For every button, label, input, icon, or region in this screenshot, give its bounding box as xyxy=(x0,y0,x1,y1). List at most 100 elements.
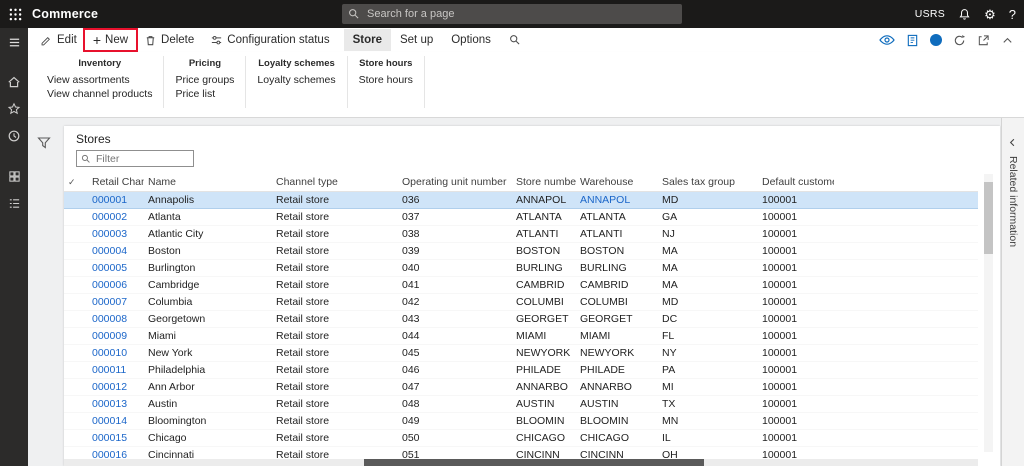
table-row[interactable]: 000010 New York Retail store 045 NEWYORK NEWY… xyxy=(64,344,978,362)
app-launcher-button[interactable] xyxy=(0,0,30,28)
cell-retail-channel-id-link[interactable]: 000002 xyxy=(92,211,127,223)
table-row[interactable]: 000014 Bloomington Retail store 049 BLOOMIN B… xyxy=(64,412,978,430)
message-badge-icon[interactable] xyxy=(930,34,942,46)
command-search-button[interactable] xyxy=(500,29,530,51)
table-row[interactable]: 000013 Austin Retail store 048 AUSTIN AUSTIN T… xyxy=(64,395,978,413)
cell-retail-channel-id-link[interactable]: 000008 xyxy=(92,313,127,325)
row-select-cell[interactable] xyxy=(64,429,88,447)
cell-retail-channel-id-link[interactable]: 000014 xyxy=(92,415,127,427)
row-select-cell[interactable] xyxy=(64,344,88,362)
ribbon-item-view-assortments[interactable]: View assortments xyxy=(47,73,152,87)
ribbon-item-price-list[interactable]: Price list xyxy=(175,87,234,101)
table-row[interactable]: 000009 Miami Retail store 044 MIAMI MIAMI FL 10… xyxy=(64,327,978,345)
sidebar-item-recent[interactable] xyxy=(0,127,28,145)
cell-warehouse-link[interactable]: ANNAPOL xyxy=(580,194,630,206)
row-select-cell[interactable] xyxy=(64,446,88,459)
table-row[interactable]: 000007 Columbia Retail store 042 COLUMBI COLU… xyxy=(64,293,978,311)
row-select-cell[interactable] xyxy=(64,208,88,226)
page-search-input[interactable] xyxy=(365,7,676,21)
row-select-cell[interactable] xyxy=(64,378,88,396)
grid-filter-input[interactable] xyxy=(94,151,189,166)
grid-filter-box[interactable] xyxy=(76,150,194,167)
row-select-cell[interactable] xyxy=(64,310,88,328)
new-button[interactable]: + New xyxy=(82,28,139,52)
settings-gear-icon[interactable]: ⚙ xyxy=(984,8,996,21)
vertical-scrollbar-thumb[interactable] xyxy=(984,182,993,254)
notifications-bell-icon[interactable] xyxy=(958,8,971,21)
table-row[interactable]: 000015 Chicago Retail store 050 CHICAGO CHICA… xyxy=(64,429,978,447)
task-guide-icon[interactable] xyxy=(906,34,919,47)
row-select-cell[interactable] xyxy=(64,259,88,277)
cell-retail-channel-id-link[interactable]: 000001 xyxy=(92,194,127,206)
table-row[interactable]: 000003 Atlantic City Retail store 038 ATLANT… xyxy=(64,225,978,243)
tab-store[interactable]: Store xyxy=(343,29,391,51)
vertical-scrollbar[interactable] xyxy=(984,174,993,452)
row-select-cell[interactable] xyxy=(64,293,88,311)
cell-retail-channel-id-link[interactable]: 000004 xyxy=(92,245,127,257)
row-select-cell[interactable] xyxy=(64,361,88,379)
filter-pane-toggle-button[interactable] xyxy=(35,134,53,152)
table-row[interactable]: 000012 Ann Arbor Retail store 047 ANNARBO ANN… xyxy=(64,378,978,396)
cell-retail-channel-id-link[interactable]: 000003 xyxy=(92,228,127,240)
related-information-panel[interactable]: Related information xyxy=(1001,118,1024,466)
table-row[interactable]: 000011 Philadelphia Retail store 046 PHILADE… xyxy=(64,361,978,379)
select-all-header[interactable]: ✓ xyxy=(64,174,88,192)
table-row[interactable]: 000016 Cincinnati Retail store 051 CINCINN CI… xyxy=(64,446,978,459)
show-related-eye-icon[interactable] xyxy=(879,34,895,46)
col-header-warehouse[interactable]: Warehouse xyxy=(576,174,658,192)
row-select-cell[interactable] xyxy=(64,190,88,209)
refresh-icon[interactable] xyxy=(953,34,966,47)
help-icon[interactable]: ? xyxy=(1009,8,1016,21)
table-row[interactable]: 000002 Atlanta Retail store 037 ATLANTA ATLAN… xyxy=(64,208,978,226)
cell-retail-channel-id-link[interactable]: 000012 xyxy=(92,381,127,393)
sidebar-item-modules[interactable] xyxy=(0,194,28,212)
ribbon-item-price-groups[interactable]: Price groups xyxy=(175,73,234,87)
table-row[interactable]: 000006 Cambridge Retail store 041 CAMBRID CAM… xyxy=(64,276,978,294)
col-header-default-customer[interactable]: Default customer xyxy=(758,174,834,192)
delete-button[interactable]: Delete xyxy=(136,29,202,51)
row-select-cell[interactable] xyxy=(64,412,88,430)
user-initials[interactable]: USRS xyxy=(915,8,945,20)
configuration-status-button[interactable]: Configuration status xyxy=(202,29,337,51)
tab-set-up[interactable]: Set up xyxy=(391,29,442,51)
cell-retail-channel-id-link[interactable]: 000006 xyxy=(92,279,127,291)
ribbon-item-store-hours[interactable]: Store hours xyxy=(359,73,413,87)
open-in-new-window-icon[interactable] xyxy=(977,34,990,47)
row-select-cell[interactable] xyxy=(64,327,88,345)
cell-retail-channel-id-link[interactable]: 000010 xyxy=(92,347,127,359)
cell-retail-channel-id-link[interactable]: 000009 xyxy=(92,330,127,342)
col-header-operating-unit-number[interactable]: Operating unit number xyxy=(398,174,512,192)
row-select-cell[interactable] xyxy=(64,242,88,260)
col-header-channel-type[interactable]: Channel type xyxy=(272,174,398,192)
row-select-cell[interactable] xyxy=(64,225,88,243)
sidebar-item-home[interactable] xyxy=(0,73,28,91)
table-row[interactable]: 000004 Boston Retail store 039 BOSTON BOSTON M… xyxy=(64,242,978,260)
expand-panel-chevron-icon[interactable] xyxy=(1006,136,1019,149)
row-select-cell[interactable] xyxy=(64,276,88,294)
col-header-retail-channel-id[interactable]: Retail Channel Id xyxy=(88,174,144,192)
cell-retail-channel-id-link[interactable]: 000005 xyxy=(92,262,127,274)
sidebar-item-favorites[interactable] xyxy=(0,100,28,118)
row-select-cell[interactable] xyxy=(64,395,88,413)
tab-options[interactable]: Options xyxy=(442,29,500,51)
ribbon-item-view-channel-products[interactable]: View channel products xyxy=(47,87,152,101)
cell-retail-channel-id-link[interactable]: 000015 xyxy=(92,432,127,444)
table-row[interactable]: 000005 Burlington Retail store 040 BURLING BU… xyxy=(64,259,978,277)
col-header-sales-tax-group[interactable]: Sales tax group xyxy=(658,174,758,192)
col-header-name[interactable]: Name xyxy=(144,174,272,192)
sidebar-item-workspaces[interactable] xyxy=(0,167,28,185)
edit-button[interactable]: Edit xyxy=(32,29,85,51)
cell-retail-channel-id-link[interactable]: 000016 xyxy=(92,449,127,460)
table-row[interactable]: 000008 Georgetown Retail store 043 GEORGET GE… xyxy=(64,310,978,328)
table-row[interactable]: 000001 Annapolis Retail store 036 ANNAPOL ANN… xyxy=(64,190,978,209)
horizontal-scrollbar-thumb[interactable] xyxy=(364,459,704,466)
col-header-store-number[interactable]: Store number xyxy=(512,174,576,192)
cell-retail-channel-id-link[interactable]: 000013 xyxy=(92,398,127,410)
ribbon-item-loyalty-schemes[interactable]: Loyalty schemes xyxy=(257,73,335,87)
page-search-box[interactable] xyxy=(342,4,682,24)
cell-retail-channel-id-link[interactable]: 000011 xyxy=(92,364,126,376)
collapse-ribbon-chevron-icon[interactable] xyxy=(1001,34,1014,47)
horizontal-scrollbar[interactable] xyxy=(64,459,978,466)
expand-navigation-button[interactable] xyxy=(0,33,28,51)
cell-retail-channel-id-link[interactable]: 000007 xyxy=(92,296,127,308)
